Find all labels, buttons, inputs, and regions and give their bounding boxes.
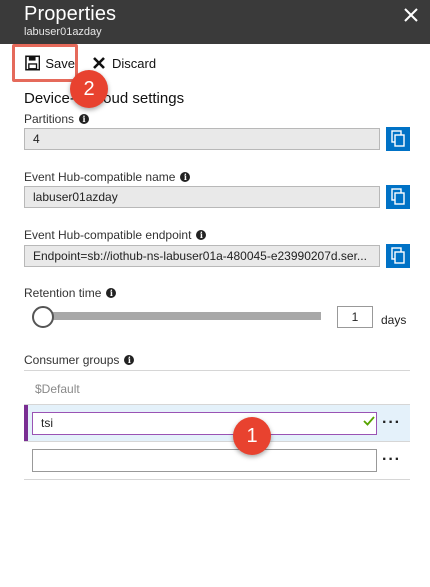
consumer-group-default: $Default	[35, 382, 80, 396]
new-consumer-group-input[interactable]	[32, 449, 377, 472]
save-label: Save	[45, 55, 75, 71]
consumer-groups-label: Consumer groups i	[24, 353, 135, 367]
ellipsis-icon[interactable]: ···	[382, 414, 401, 432]
save-button[interactable]: Save	[12, 44, 78, 82]
close-icon[interactable]	[400, 4, 422, 26]
page-subtitle: labuser01azday	[24, 26, 102, 38]
event-hub-name-field[interactable]: labuser01azday	[24, 186, 380, 208]
info-icon[interactable]: i	[79, 114, 90, 124]
retention-slider-thumb[interactable]	[32, 306, 54, 328]
x-icon	[93, 57, 105, 69]
consumer-groups-label-text: Consumer groups	[24, 353, 120, 367]
retention-value-input[interactable]: 1	[337, 306, 373, 328]
floppy-disk-icon	[25, 55, 41, 71]
event-hub-endpoint-label-text: Event Hub-compatible endpoint	[24, 228, 192, 242]
step-badge-1: 1	[233, 417, 271, 455]
info-icon[interactable]: i	[196, 230, 207, 240]
consumer-group-input[interactable]: tsi	[32, 412, 377, 435]
page-title: Properties	[24, 3, 117, 25]
event-hub-endpoint-field[interactable]: Endpoint=sb://iothub-ns-labuser01a-48004…	[24, 245, 380, 267]
divider	[24, 441, 410, 442]
event-hub-name-label: Event Hub-compatible name i	[24, 170, 191, 184]
retention-label: Retention time i	[24, 286, 117, 300]
blade-header: Properties labuser01azday	[0, 0, 430, 44]
retention-slider-track[interactable]	[34, 312, 321, 320]
partitions-label: Partitions i	[24, 112, 90, 126]
ellipsis-icon[interactable]: ···	[382, 451, 401, 469]
partitions-field[interactable]: 4	[24, 128, 380, 150]
divider	[24, 370, 410, 371]
retention-unit: days	[381, 313, 407, 327]
command-bar: Save Discard	[0, 44, 430, 84]
info-icon[interactable]: i	[124, 355, 135, 365]
discard-label: Discard	[112, 55, 157, 71]
copy-icon[interactable]	[386, 244, 410, 268]
info-icon[interactable]: i	[180, 172, 191, 182]
active-row-indicator	[24, 405, 28, 441]
copy-icon[interactable]	[386, 127, 410, 151]
checkmark-icon	[363, 416, 375, 426]
divider	[24, 479, 410, 480]
info-icon[interactable]: i	[106, 288, 117, 298]
event-hub-name-label-text: Event Hub-compatible name	[24, 170, 176, 184]
step-badge-2: 2	[70, 70, 108, 108]
partitions-label-text: Partitions	[24, 112, 75, 126]
copy-icon[interactable]	[386, 185, 410, 209]
retention-label-text: Retention time	[24, 286, 102, 300]
event-hub-endpoint-label: Event Hub-compatible endpoint i	[24, 228, 207, 242]
